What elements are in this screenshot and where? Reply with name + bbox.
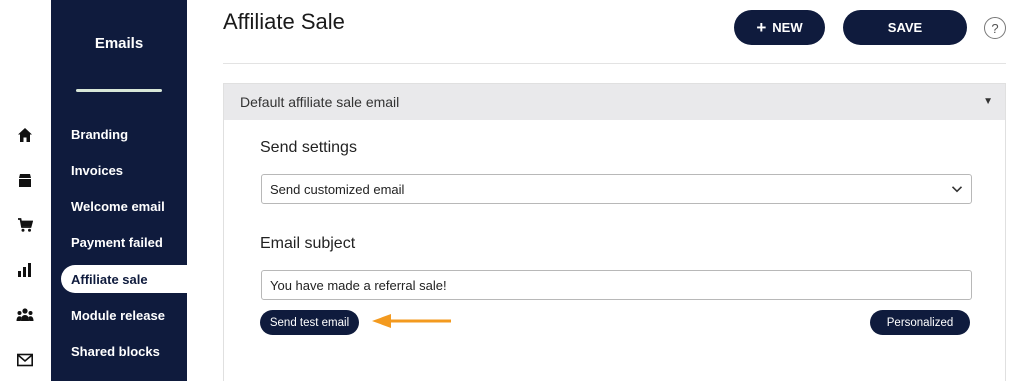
store-icon[interactable]: [15, 170, 35, 190]
chart-icon[interactable]: [15, 260, 35, 280]
sidebar-item-invoices[interactable]: Invoices: [61, 156, 187, 184]
chevron-down-icon: [951, 186, 963, 193]
icon-rail: [0, 0, 51, 381]
sidebar-item-shared-blocks[interactable]: Shared blocks: [61, 337, 187, 365]
send-settings-select[interactable]: Send customized email: [261, 174, 972, 204]
mail-icon[interactable]: [15, 350, 35, 370]
sidebar-item-payment-failed[interactable]: Payment failed: [61, 228, 187, 256]
send-settings-value: Send customized email: [270, 181, 405, 197]
email-subject-input[interactable]: You have made a referral sale!: [261, 270, 972, 300]
panel-title: Default affiliate sale email: [240, 94, 400, 110]
sidebar-item-module-release[interactable]: Module release: [61, 301, 187, 329]
header-divider: [223, 63, 1006, 64]
personalized-button[interactable]: Personalized: [870, 310, 970, 335]
plus-icon: +: [756, 18, 767, 37]
emails-sidebar: Emails Branding Invoices Welcome email P…: [51, 0, 187, 381]
send-settings-label: Send settings: [260, 139, 357, 156]
new-button-label: NEW: [772, 20, 803, 35]
save-button[interactable]: SAVE: [843, 10, 967, 45]
send-test-email-button[interactable]: Send test email: [260, 310, 359, 335]
caret-down-icon: ▼: [983, 96, 993, 107]
sidebar-divider: [76, 89, 162, 92]
sidebar-title: Emails: [94, 35, 144, 52]
sidebar-item-affiliate-sale[interactable]: Affiliate sale: [61, 265, 187, 293]
sidebar-item-welcome-email[interactable]: Welcome email: [61, 192, 187, 220]
help-icon[interactable]: ?: [984, 17, 1006, 39]
page-title: Affiliate Sale: [223, 9, 345, 34]
panel-header[interactable]: Default affiliate sale email ▼: [224, 84, 1005, 120]
new-button[interactable]: + NEW: [734, 10, 825, 45]
email-subject-label: Email subject: [260, 235, 356, 252]
home-icon[interactable]: [15, 125, 35, 145]
orange-arrow-icon: [372, 314, 451, 328]
users-icon[interactable]: [15, 305, 35, 325]
cart-icon[interactable]: [15, 215, 35, 235]
sidebar-item-branding[interactable]: Branding: [61, 120, 187, 148]
email-panel: Default affiliate sale email ▼: [223, 83, 1006, 381]
